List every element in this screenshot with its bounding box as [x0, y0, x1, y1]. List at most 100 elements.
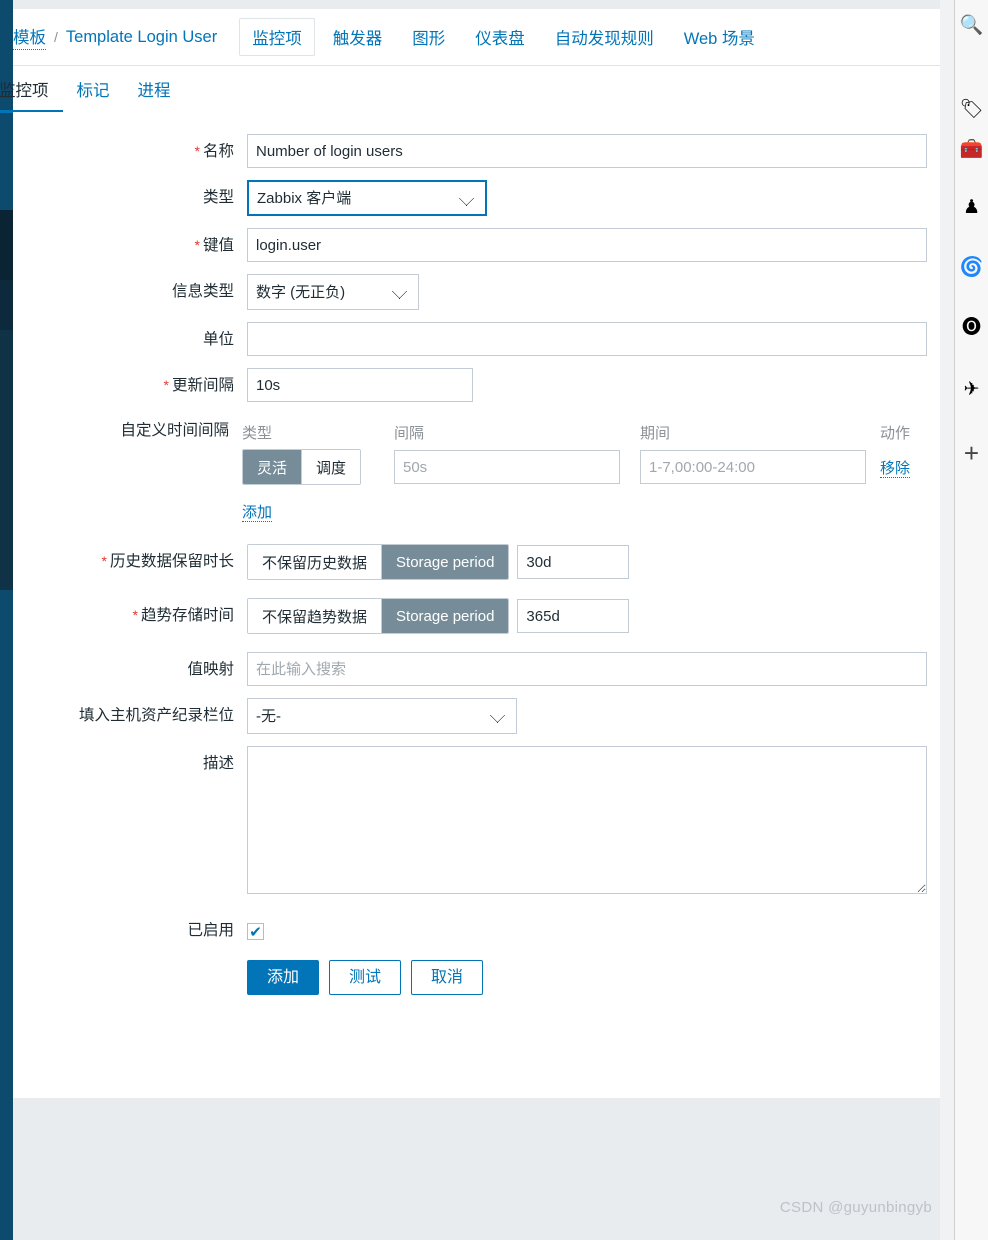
form-actions-row: 添加 测试 取消: [13, 959, 940, 996]
sidebar-segment[interactable]: [0, 434, 13, 486]
history-mode-toggle[interactable]: 不保留历史数据 Storage period: [247, 544, 510, 580]
required-marker: *: [163, 377, 169, 393]
label-trends: * 趋势存储时间: [132, 607, 234, 624]
header-nav-dashboards[interactable]: 仪表盘: [463, 19, 537, 55]
period-value-wrap: [640, 450, 880, 484]
page-header: 模板 / Template Login User 监控项 触发器 图形 仪表盘 …: [13, 9, 940, 66]
test-button[interactable]: 测试: [329, 959, 402, 996]
history-toggle-off[interactable]: 不保留历史数据: [248, 545, 383, 579]
interval-input[interactable]: [394, 450, 620, 484]
label-type: 类型: [202, 189, 234, 206]
description-textarea[interactable]: [247, 746, 927, 894]
inventory-field-select[interactable]: -无-: [247, 698, 517, 734]
field-trends-wrap: 不保留趋势数据 Storage period: [247, 598, 940, 634]
field-update-interval-wrap: [247, 368, 940, 402]
telegram-icon[interactable]: ✈: [955, 374, 988, 404]
tab-item[interactable]: 监控项: [0, 77, 63, 113]
outlook-icon[interactable]: 🅞: [955, 312, 988, 342]
trends-toggle-period[interactable]: Storage period: [382, 599, 509, 633]
submit-button[interactable]: 添加: [247, 959, 320, 996]
interval-kind-toggle[interactable]: 灵活 调度: [242, 449, 362, 485]
sidebar-segment[interactable]: [0, 382, 13, 434]
toggle-flexible[interactable]: 灵活: [243, 450, 303, 484]
field-inventory-wrap: -无-: [247, 698, 940, 734]
tag-icon[interactable]: 🏷: [955, 94, 988, 124]
key-input[interactable]: [247, 228, 927, 262]
label-units: 单位: [202, 331, 234, 348]
browser-side-rail: 🔍 🏷 🧰 ♟ 🌀 🅞 ✈ +: [954, 0, 988, 1240]
label-history: * 历史数据保留时长: [101, 553, 234, 570]
value-map-input[interactable]: [247, 652, 927, 686]
header-nav-discovery-rules[interactable]: 自动发现规则: [543, 19, 666, 55]
field-key-wrap: [247, 228, 940, 262]
sidebar-segment[interactable]: [0, 210, 13, 280]
checkmark-icon: ✔: [249, 923, 262, 941]
field-value-map-wrap: [247, 652, 940, 686]
col-header-type: 类型: [242, 425, 273, 442]
microsoft-365-icon[interactable]: 🌀: [955, 252, 988, 282]
trends-mode-toggle[interactable]: 不保留趋势数据 Storage period: [247, 598, 510, 634]
remove-interval-link[interactable]: 移除: [880, 459, 911, 478]
search-icon[interactable]: 🔍: [955, 10, 988, 40]
label-key: * 键值: [194, 237, 234, 254]
row-action-wrap: 移除: [880, 457, 940, 478]
value-type-select[interactable]: 数字 (无正负): [247, 274, 419, 310]
rail-gap: [940, 0, 955, 1240]
field-row-inventory: 填入主机资产纪录栏位 -无-: [13, 698, 940, 734]
breadcrumb-separator: /: [54, 29, 58, 45]
col-header-period: 期间: [640, 425, 671, 442]
field-row-units: 单位: [13, 322, 940, 356]
add-interval-link[interactable]: 添加: [242, 504, 273, 522]
field-row-enabled: 已启用 ✔: [13, 913, 940, 942]
actions-spacer: [13, 960, 247, 969]
trends-period-input[interactable]: [517, 599, 630, 633]
header-nav-graphs[interactable]: 图形: [400, 19, 457, 55]
breadcrumb-root-link[interactable]: 模板: [13, 24, 46, 50]
field-history-wrap: 不保留历史数据 Storage period: [247, 544, 940, 580]
sidebar-segment[interactable]: [0, 280, 13, 330]
field-value-type-wrap: 数字 (无正负): [247, 274, 940, 310]
custom-intervals-header: 类型 间隔 期间 动作: [242, 418, 940, 449]
field-enabled-wrap: ✔: [247, 913, 940, 942]
sidebar-segment[interactable]: [0, 538, 13, 590]
period-input[interactable]: [640, 450, 866, 484]
name-input[interactable]: [247, 134, 927, 168]
header-nav-web-scenarios[interactable]: Web 场景: [672, 19, 767, 55]
sidebar-segment[interactable]: [0, 486, 13, 538]
label-enabled: 已启用: [187, 922, 234, 939]
interval-value-wrap: [394, 450, 640, 484]
field-units-wrap: [247, 322, 940, 356]
tab-preprocessing[interactable]: 进程: [124, 77, 185, 112]
field-row-trends: * 趋势存储时间 不保留趋势数据 Storage period: [13, 598, 940, 634]
update-interval-input[interactable]: [247, 368, 473, 402]
interval-kind-toggle-wrap: 灵活 调度: [242, 449, 394, 485]
units-input[interactable]: [247, 322, 927, 356]
label-description: 描述: [202, 755, 234, 772]
type-select[interactable]: Zabbix 客户端: [247, 180, 487, 216]
watermark: CSDN @guyunbingyb: [779, 1199, 932, 1216]
header-nav-items[interactable]: 监控项: [239, 18, 315, 56]
label-inventory-field: 填入主机资产纪录栏位: [78, 707, 234, 724]
col-header-interval: 间隔: [394, 425, 425, 442]
custom-interval-row: 灵活 调度 移除: [242, 449, 940, 485]
header-nav-triggers[interactable]: 触发器: [321, 19, 395, 55]
toggle-scheduling[interactable]: 调度: [302, 450, 361, 484]
history-toggle-period[interactable]: Storage period: [382, 545, 509, 579]
label-value-type: 信息类型: [171, 283, 234, 300]
label-value-map: 值映射: [187, 661, 234, 678]
history-period-input[interactable]: [517, 545, 630, 579]
add-icon[interactable]: +: [955, 438, 988, 468]
field-type-wrap: Zabbix 客户端: [247, 180, 940, 216]
field-row-type: 类型 Zabbix 客户端: [13, 180, 940, 216]
sidebar-segment[interactable]: [0, 330, 13, 382]
chess-pawn-icon[interactable]: ♟: [955, 192, 988, 222]
required-marker: *: [194, 143, 200, 159]
trends-toggle-off[interactable]: 不保留趋势数据: [248, 599, 383, 633]
tab-tags[interactable]: 标记: [63, 77, 124, 112]
cancel-button[interactable]: 取消: [411, 959, 484, 996]
toolbox-icon[interactable]: 🧰: [955, 134, 988, 164]
sidebar-nav-strip[interactable]: [0, 0, 13, 1240]
enabled-checkbox[interactable]: ✔: [247, 923, 264, 941]
col-header-action: 动作: [880, 425, 911, 442]
field-row-history: * 历史数据保留时长 不保留历史数据 Storage period: [13, 544, 940, 580]
